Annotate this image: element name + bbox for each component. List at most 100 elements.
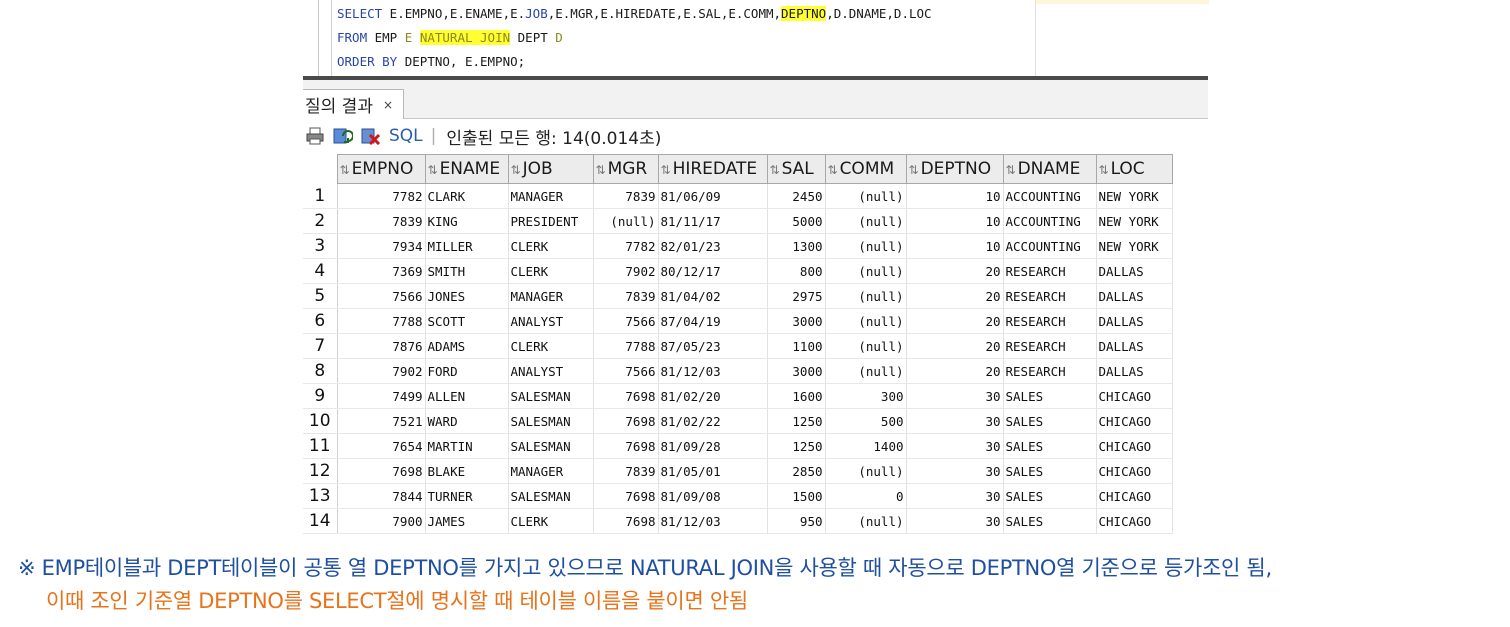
cell-dname[interactable]: SALES bbox=[1003, 483, 1097, 509]
cell-deptno[interactable]: 30 bbox=[906, 408, 1004, 434]
cell-empno[interactable]: 7499 bbox=[337, 383, 426, 409]
column-header-sal[interactable]: ⇅ SAL bbox=[766, 154, 826, 184]
row-number[interactable]: 10 bbox=[303, 408, 338, 434]
cell-ename[interactable]: MILLER bbox=[425, 233, 509, 259]
cell-empno[interactable]: 7902 bbox=[337, 358, 426, 384]
cell-hiredate[interactable]: 81/11/17 bbox=[658, 208, 768, 234]
cell-comm[interactable]: (null) bbox=[825, 283, 907, 309]
cell-ename[interactable]: SCOTT bbox=[425, 308, 509, 334]
cell-sal[interactable]: 1100 bbox=[767, 333, 826, 359]
cell-comm[interactable]: (null) bbox=[825, 308, 907, 334]
cell-deptno[interactable]: 20 bbox=[906, 308, 1004, 334]
cell-mgr[interactable]: 7698 bbox=[593, 408, 659, 434]
table-row[interactable]: 8 7902 FORD ANALYST 7566 81/12/03 3000 (null) 20… bbox=[303, 358, 1173, 384]
cell-job[interactable]: MANAGER bbox=[508, 283, 594, 309]
cell-deptno[interactable]: 20 bbox=[906, 258, 1004, 284]
close-icon[interactable]: × bbox=[383, 98, 393, 112]
refresh-icon[interactable] bbox=[331, 125, 355, 147]
table-row[interactable]: 11 7654 MARTIN SALESMAN 7698 81/09/28 1250 1400… bbox=[303, 433, 1173, 459]
row-number[interactable]: 13 bbox=[303, 483, 338, 509]
cell-empno[interactable]: 7788 bbox=[337, 308, 426, 334]
cell-hiredate[interactable]: 81/09/28 bbox=[658, 433, 768, 459]
row-number[interactable]: 1 bbox=[303, 183, 338, 209]
cell-ename[interactable]: CLARK bbox=[425, 183, 509, 209]
row-number[interactable]: 6 bbox=[303, 308, 338, 334]
cell-job[interactable]: MANAGER bbox=[508, 458, 594, 484]
row-number[interactable]: 11 bbox=[303, 433, 338, 459]
cell-loc[interactable]: DALLAS bbox=[1096, 308, 1173, 334]
cell-hiredate[interactable]: 81/09/08 bbox=[658, 483, 768, 509]
cell-ename[interactable]: JAMES bbox=[425, 508, 509, 534]
sql-button[interactable]: SQL bbox=[389, 126, 423, 146]
cell-empno[interactable]: 7876 bbox=[337, 333, 426, 359]
cell-ename[interactable]: ALLEN bbox=[425, 383, 509, 409]
cell-mgr[interactable]: 7788 bbox=[593, 333, 659, 359]
cell-comm[interactable]: (null) bbox=[825, 508, 907, 534]
table-row[interactable]: 10 7521 WARD SALESMAN 7698 81/02/22 1250 500 30 S… bbox=[303, 408, 1173, 434]
cell-comm[interactable]: 500 bbox=[825, 408, 907, 434]
cell-ename[interactable]: ADAMS bbox=[425, 333, 509, 359]
cell-sal[interactable]: 1250 bbox=[767, 408, 826, 434]
cell-loc[interactable]: CHICAGO bbox=[1096, 433, 1173, 459]
column-header-empno[interactable]: ⇅ EMPNO bbox=[336, 154, 426, 184]
cell-deptno[interactable]: 20 bbox=[906, 358, 1004, 384]
cell-deptno[interactable]: 10 bbox=[906, 208, 1004, 234]
cell-job[interactable]: MANAGER bbox=[508, 183, 594, 209]
cell-sal[interactable]: 2450 bbox=[767, 183, 826, 209]
cell-job[interactable]: CLERK bbox=[508, 233, 594, 259]
cell-empno[interactable]: 7369 bbox=[337, 258, 426, 284]
sort-icon[interactable]: ⇅ bbox=[511, 163, 521, 177]
cell-loc[interactable]: CHICAGO bbox=[1096, 483, 1173, 509]
cell-mgr[interactable]: 7698 bbox=[593, 433, 659, 459]
cell-empno[interactable]: 7698 bbox=[337, 458, 426, 484]
cell-deptno[interactable]: 10 bbox=[906, 233, 1004, 259]
cell-loc[interactable]: NEW YORK bbox=[1096, 208, 1173, 234]
cell-dname[interactable]: ACCOUNTING bbox=[1003, 233, 1097, 259]
cell-empno[interactable]: 7654 bbox=[337, 433, 426, 459]
print-icon[interactable] bbox=[303, 125, 327, 147]
cell-job[interactable]: SALESMAN bbox=[508, 433, 594, 459]
table-row[interactable]: 6 7788 SCOTT ANALYST 7566 87/04/19 3000 (null) 2… bbox=[303, 308, 1173, 334]
cell-deptno[interactable]: 20 bbox=[906, 283, 1004, 309]
cell-loc[interactable]: NEW YORK bbox=[1096, 183, 1173, 209]
cell-hiredate[interactable]: 81/02/22 bbox=[658, 408, 768, 434]
sort-icon[interactable]: ⇅ bbox=[828, 163, 838, 177]
cell-sal[interactable]: 800 bbox=[767, 258, 826, 284]
cell-sal[interactable]: 1300 bbox=[767, 233, 826, 259]
cell-job[interactable]: CLERK bbox=[508, 508, 594, 534]
cell-ename[interactable]: SMITH bbox=[425, 258, 509, 284]
cell-deptno[interactable]: 30 bbox=[906, 458, 1004, 484]
cell-deptno[interactable]: 30 bbox=[906, 483, 1004, 509]
table-row[interactable]: 2 7839 KING PRESIDENT (null) 81/11/17 5000 (nul… bbox=[303, 208, 1173, 234]
cell-empno[interactable]: 7934 bbox=[337, 233, 426, 259]
row-number[interactable]: 7 bbox=[303, 333, 338, 359]
cell-job[interactable]: SALESMAN bbox=[508, 408, 594, 434]
tab-query-result[interactable]: 질의 결과 × bbox=[303, 89, 405, 119]
table-row[interactable]: 12 7698 BLAKE MANAGER 7839 81/05/01 2850 (null)… bbox=[303, 458, 1173, 484]
cell-mgr[interactable]: 7902 bbox=[593, 258, 659, 284]
cell-job[interactable]: ANALYST bbox=[508, 358, 594, 384]
cell-mgr[interactable]: 7698 bbox=[593, 383, 659, 409]
cell-ename[interactable]: MARTIN bbox=[425, 433, 509, 459]
cell-empno[interactable]: 7844 bbox=[337, 483, 426, 509]
result-grid[interactable]: ⇅ EMPNO ⇅ ENAME ⇅ JOB ⇅ MGR ⇅ HIREDATE ⇅ SAL ⇅ COMM ⇅ D… bbox=[303, 154, 1173, 534]
column-header-dname[interactable]: ⇅ DNAME bbox=[1002, 154, 1097, 184]
row-number[interactable]: 3 bbox=[303, 233, 338, 259]
cell-mgr[interactable]: 7566 bbox=[593, 308, 659, 334]
cell-loc[interactable]: DALLAS bbox=[1096, 283, 1173, 309]
cell-dname[interactable]: SALES bbox=[1003, 508, 1097, 534]
cell-job[interactable]: ANALYST bbox=[508, 308, 594, 334]
cell-ename[interactable]: FORD bbox=[425, 358, 509, 384]
cell-comm[interactable]: (null) bbox=[825, 458, 907, 484]
row-number[interactable]: 4 bbox=[303, 258, 338, 284]
cell-comm[interactable]: 1400 bbox=[825, 433, 907, 459]
cell-empno[interactable]: 7521 bbox=[337, 408, 426, 434]
cell-dname[interactable]: SALES bbox=[1003, 408, 1097, 434]
row-number[interactable]: 9 bbox=[303, 383, 338, 409]
delete-icon[interactable] bbox=[359, 125, 383, 147]
column-header-hiredate[interactable]: ⇅ HIREDATE bbox=[657, 154, 768, 184]
sql-editor[interactable]: SELECT E.EMPNO,E.ENAME,E.JOB,E.MGR,E.HIR… bbox=[318, 0, 1209, 76]
cell-deptno[interactable]: 30 bbox=[906, 508, 1004, 534]
cell-job[interactable]: PRESIDENT bbox=[508, 208, 594, 234]
cell-empno[interactable]: 7900 bbox=[337, 508, 426, 534]
